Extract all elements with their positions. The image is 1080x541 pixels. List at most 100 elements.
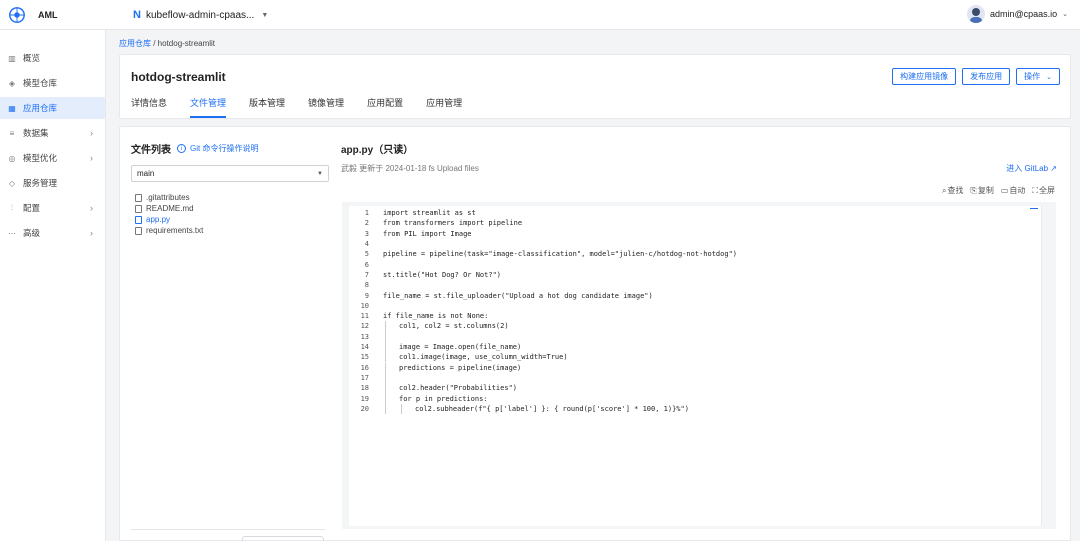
sidebar-item-app-repo[interactable]: ▦ 应用仓库 [0, 97, 105, 119]
kubeflow-icon: N [133, 9, 141, 21]
file-item[interactable]: requirements.txt [135, 225, 203, 236]
copy-icon: ⎘ [970, 185, 977, 195]
gitlab-link[interactable]: 进入 GitLab ↗ [1006, 163, 1057, 174]
code-line: 1 import streamlit as st [349, 208, 1029, 218]
find-button[interactable]: ⌕ 查找 [942, 185, 963, 196]
file-name: .gitattributes [146, 193, 190, 202]
file-list-header: 文件列表 i Git 命令行操作说明 [131, 141, 258, 156]
chart-icon: ▥ [8, 53, 16, 63]
code-line: 14 image = Image.open(file_name) [349, 341, 1029, 353]
chevron-down-icon: ▼ [261, 11, 269, 19]
code-line: 10 [349, 301, 1029, 311]
code-viewer: 1 import streamlit as st 2 from transformer… [342, 202, 1056, 529]
divider [131, 529, 325, 530]
tab-app-management[interactable]: 应用管理 [426, 96, 462, 119]
sidebar-item-label: 概览 [23, 53, 41, 63]
breadcrumb-parent-link[interactable]: 应用仓库 [119, 39, 151, 48]
file-item[interactable]: .gitattributes [135, 192, 203, 203]
sidebar-item-model-repo[interactable]: ◈ 模型仓库 [0, 72, 105, 94]
line-number: 15 [360, 353, 369, 362]
code-text: col2.header("Probabilities") [399, 384, 518, 393]
line-number: 2 [364, 219, 369, 228]
scrollbar[interactable] [1041, 206, 1042, 526]
aml-logo-icon [9, 6, 25, 23]
header-actions: 构建应用镜像 发布应用 操作 ⌄ [892, 68, 1060, 85]
code-text: col2.subheader(f"{ p['label'] }: { round… [415, 404, 689, 413]
avatar [966, 5, 985, 23]
code-line: 16 predictions = pipeline(image) [349, 362, 1029, 373]
target-icon: ◎ [8, 153, 16, 163]
branch-value: main [137, 169, 155, 178]
git-help-link[interactable]: Git 命令行操作说明 [190, 143, 258, 154]
code-toolbar: ⌕ 查找 ⎘ 复制 ▭ 自动 ⛶ 全屏 [942, 185, 1055, 196]
find-label: 查找 [947, 186, 964, 195]
line-number: 8 [364, 281, 369, 290]
code-line: 12 col1, col2 = st.columns(2) [349, 321, 1029, 332]
file-name: requirements.txt [146, 226, 204, 235]
info-icon: i [177, 144, 186, 153]
user-menu[interactable]: admin@cpaas.io ⌄ [966, 5, 1068, 23]
file-item[interactable]: README.md [135, 203, 203, 214]
code-line: 11 if file_name is not None: [349, 311, 1029, 321]
publish-button[interactable]: 发布应用 [962, 68, 1011, 85]
tab-details[interactable]: 详情信息 [131, 96, 167, 119]
indent-guide [385, 341, 386, 353]
wrap-button[interactable]: ▭ 自动 [1001, 185, 1026, 196]
code-line: 19 for p in predictions: [349, 393, 1029, 404]
fullscreen-button[interactable]: ⛶ 全屏 [1032, 185, 1055, 196]
indent-guide [385, 393, 386, 404]
sidebar-item-datasets[interactable]: ≡ 数据集 › [0, 122, 105, 144]
chevron-right-icon: › [90, 203, 93, 213]
code-text: for p in predictions: [399, 394, 488, 403]
sidebar: ▥ 概览 ◈ 模型仓库 ▦ 应用仓库 ≡ 数据集 › ◎ 模型优化 › ◇ 服务… [0, 30, 106, 541]
code-text: pipeline = pipeline(task="image-classifi… [383, 250, 738, 259]
chevron-right-icon: › [90, 153, 93, 163]
build-image-button[interactable]: 构建应用镜像 [892, 68, 957, 85]
code-text: image = Image.open(file_name) [399, 343, 522, 352]
database-icon: ≡ [9, 128, 15, 138]
file-icon [135, 226, 142, 235]
sidebar-item-label: 服务管理 [23, 178, 58, 188]
fullscreen-icon: ⛶ [1032, 185, 1038, 195]
file-item[interactable]: app.py [135, 214, 203, 225]
sidebar-item-config[interactable]: ⫶ 配置 › [0, 197, 105, 219]
gitlab-link-label: 进入 GitLab [1006, 164, 1049, 173]
caret-down-icon: ▼ [317, 170, 323, 177]
branch-select[interactable]: main ▼ [131, 165, 329, 182]
top-bar: AML N kubeflow-admin-cpaas... ▼ admin@cp… [0, 0, 1080, 30]
tab-version-management[interactable]: 版本管理 [249, 96, 285, 119]
sidebar-item-model-optimization[interactable]: ◎ 模型优化 › [0, 147, 105, 169]
app-name: AML [38, 9, 58, 20]
indent-guide [401, 403, 402, 414]
tab-file-management[interactable]: 文件管理 [190, 96, 227, 119]
tab-bar: 详情信息 文件管理 版本管理 镜像管理 应用配置 应用管理 [131, 96, 485, 119]
line-number: 9 [364, 291, 369, 300]
bottom-toolbar-button[interactable] [242, 536, 324, 541]
code-line: 3 from PIL import Image [349, 229, 1029, 239]
file-name: app.py [146, 215, 171, 224]
sidebar-item-overview[interactable]: ▥ 概览 [0, 47, 105, 69]
copy-button[interactable]: ⎘ 复制 [970, 185, 993, 196]
code-line: 5 pipeline = pipeline(task="image-classif… [349, 249, 1029, 259]
sidebar-item-label: 高级 [23, 228, 41, 238]
sidebar-item-service-management[interactable]: ◇ 服务管理 [0, 172, 105, 194]
sidebar-item-label: 模型优化 [23, 153, 58, 163]
sidebar-item-advanced[interactable]: ⋯ 高级 › [0, 222, 105, 244]
page-title: hotdog-streamlit [131, 70, 226, 84]
code-editor[interactable]: 1 import streamlit as st 2 from transformer… [349, 206, 1042, 526]
cube-icon: ◈ [8, 78, 16, 88]
chevron-down-icon: ⌄ [1046, 73, 1052, 81]
code-text: st.title("Hot Dog? Or Not?") [383, 270, 502, 279]
actions-label: 操作 [1024, 72, 1041, 81]
code-line: 7 st.title("Hot Dog? Or Not?") [349, 270, 1029, 280]
tab-app-config[interactable]: 应用配置 [367, 96, 403, 119]
code-line: 2 from transformers import pipeline [349, 218, 1029, 228]
line-number: 4 [364, 240, 369, 249]
project-selector[interactable]: N kubeflow-admin-cpaas... ▼ [133, 9, 268, 21]
actions-dropdown-button[interactable]: 操作 ⌄ [1016, 68, 1060, 85]
code-file-title: app.py（只读） [341, 145, 414, 156]
indent-guide [385, 321, 386, 332]
tab-image-management[interactable]: 镜像管理 [308, 96, 344, 119]
file-name: README.md [146, 204, 194, 213]
commit-meta: 武毅 更新于 2024-01-18 fs Upload files [341, 164, 479, 173]
